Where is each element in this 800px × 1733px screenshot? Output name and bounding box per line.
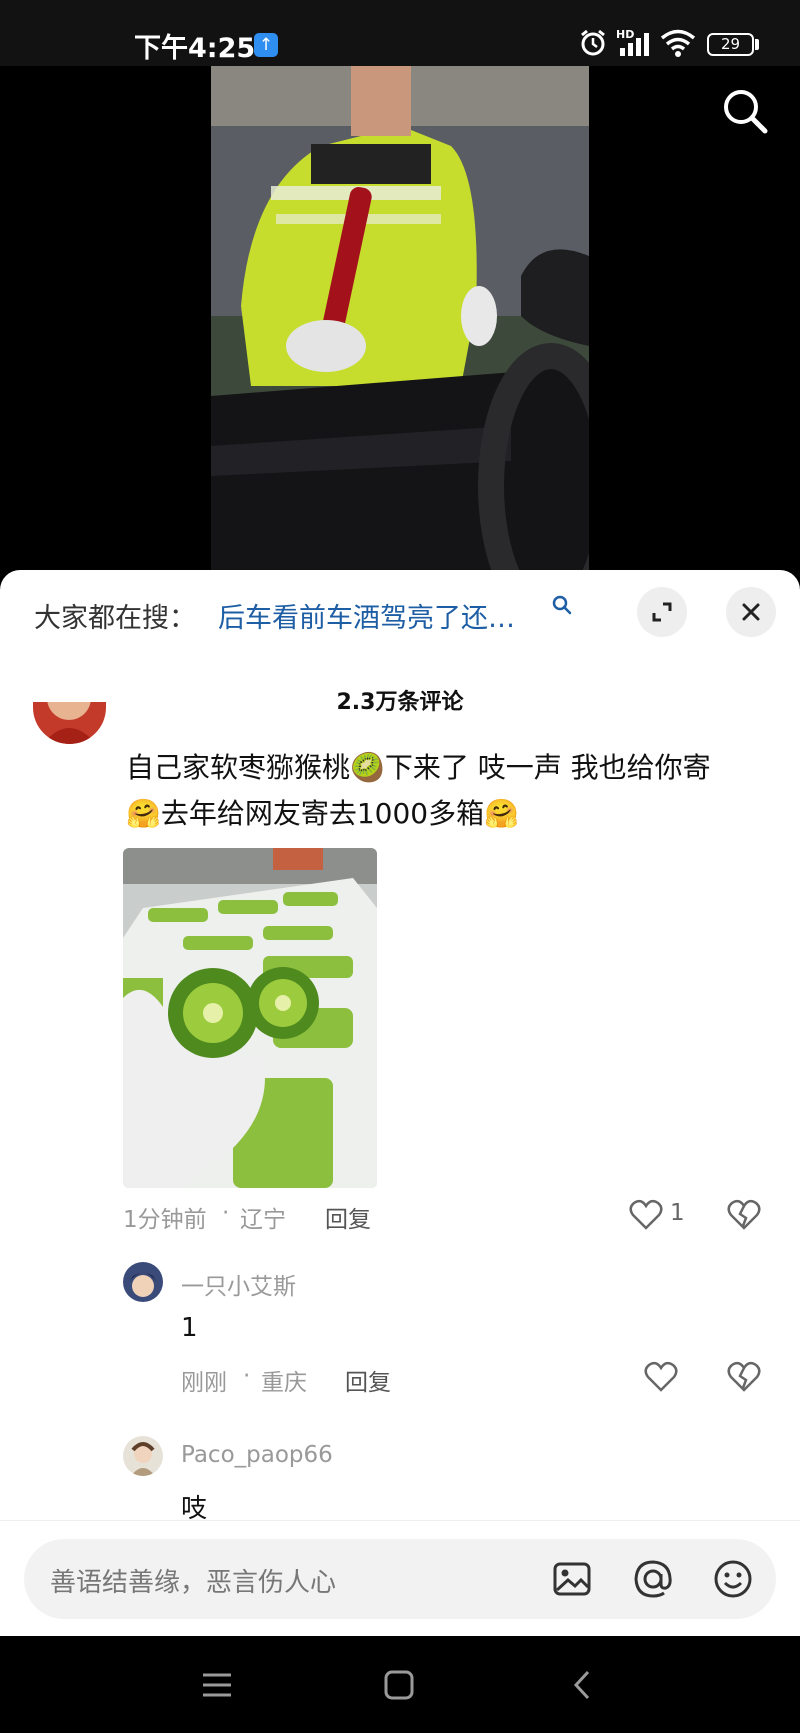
battery-tip <box>755 39 759 50</box>
heart-icon[interactable] <box>644 1360 678 1394</box>
video-scene <box>211 66 589 570</box>
status-bar: 下午4:25 ↑ HD 29 <box>0 0 800 66</box>
meta-separator: · <box>222 1200 230 1226</box>
reply-avatar[interactable] <box>123 1262 163 1302</box>
reply-button[interactable]: 回复 <box>325 1200 371 1234</box>
close-icon <box>742 603 760 621</box>
video-player[interactable] <box>0 66 800 570</box>
emoji-icon[interactable] <box>712 1558 754 1600</box>
comment-text-line2: 🤗去年给网友寄去1000多箱🤗 <box>126 797 519 830</box>
reply-author[interactable]: Paco_paop66 <box>181 1442 333 1468</box>
reply-time: 刚刚 <box>181 1370 227 1396</box>
comment-text-line1: 自己家软枣猕猴桃🥝下来了 吱一声 我也给你寄 <box>126 751 711 784</box>
back-icon[interactable] <box>570 1669 594 1701</box>
avatar-image <box>33 702 106 744</box>
like-count: 1 <box>670 1200 685 1226</box>
broken-heart-icon[interactable] <box>727 1198 761 1232</box>
status-time: 下午4:25 <box>134 33 256 64</box>
comment-input[interactable]: 善语结善缘，恶言伤人心 <box>24 1539 776 1619</box>
signal-icon <box>620 33 649 56</box>
comment-sheet: 大家都在搜： 后车看前车酒驾亮了还… 2.3万条评论 自己家软枣猕猴桃🥝下来了 … <box>0 570 800 1636</box>
image-icon[interactable] <box>552 1559 592 1599</box>
expand-icon <box>652 602 672 622</box>
avatar[interactable] <box>33 702 106 744</box>
comment-author-cut <box>126 701 686 715</box>
reply-avatar-image <box>123 1262 163 1302</box>
hot-search-link[interactable]: 后车看前车酒驾亮了还… <box>218 596 515 635</box>
search-small-icon[interactable] <box>551 594 573 616</box>
reply-meta-separator: · <box>243 1363 251 1389</box>
video-frame <box>211 66 589 570</box>
comment-time: 1分钟前 <box>123 1207 207 1233</box>
home-icon[interactable] <box>383 1669 415 1701</box>
mention-icon[interactable] <box>632 1558 674 1600</box>
reply-avatar[interactable] <box>123 1436 163 1476</box>
comment-location: 辽宁 <box>240 1207 286 1233</box>
reply-text: 1 <box>181 1313 198 1343</box>
broken-heart-icon[interactable] <box>727 1360 761 1394</box>
hot-search-prefix: 大家都在搜： <box>34 603 196 634</box>
wifi-icon <box>660 29 696 57</box>
reply-avatar-image <box>123 1436 163 1476</box>
reply-location: 重庆 <box>261 1370 307 1396</box>
kiwi-photo <box>123 848 377 1188</box>
reply-reply-button[interactable]: 回复 <box>345 1363 391 1397</box>
battery-level: 29 <box>720 35 741 53</box>
heart-icon[interactable] <box>629 1198 663 1232</box>
battery-icon: 29 <box>707 33 754 56</box>
comment-input-bar: 善语结善缘，恶言伤人心 <box>0 1520 800 1637</box>
reply-author[interactable]: 一只小艾斯 <box>181 1267 296 1301</box>
system-nav-bar <box>0 1636 800 1733</box>
comment-photo[interactable] <box>123 848 377 1188</box>
arrow-up-badge-icon: ↑ <box>254 33 278 57</box>
alarm-icon <box>581 29 605 56</box>
search-icon[interactable] <box>720 86 770 136</box>
expand-button[interactable] <box>637 587 687 637</box>
comment-input-placeholder: 善语结善缘，恶言伤人心 <box>50 1568 337 1598</box>
close-button[interactable] <box>726 587 776 637</box>
menu-icon[interactable] <box>200 1670 234 1700</box>
